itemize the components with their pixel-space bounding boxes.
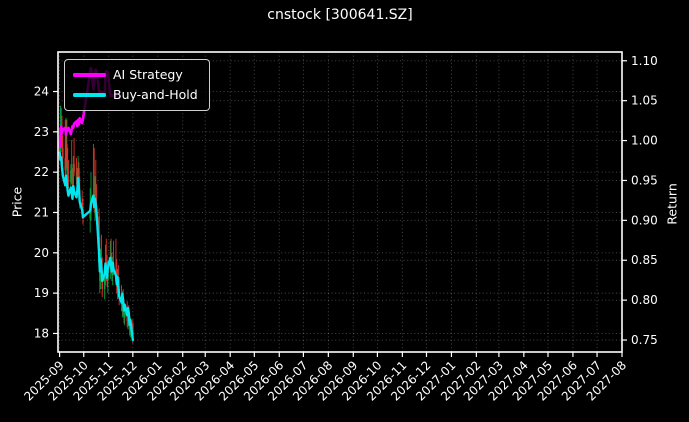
candle-body [62, 147, 64, 159]
tick-label: 22 [34, 165, 49, 179]
candle-body [67, 176, 70, 183]
legend-item-ai-strategy: AI Strategy [73, 65, 201, 85]
tick-label: 1.00 [631, 134, 658, 148]
tick-label: 18 [34, 326, 49, 340]
legend-item-buy-and-hold: Buy-and-Hold [73, 85, 201, 105]
tick-label: 23 [34, 125, 49, 139]
price-axis-label: Price [9, 186, 25, 218]
chart-figure: 18 19 20 21 22 23 24 0.75 0.80 0.85 0.90 0.95 1.00 1.… [0, 0, 689, 422]
tick-label: 0.85 [631, 253, 658, 267]
candle-body [73, 164, 75, 173]
tick-label: 0.80 [631, 293, 658, 307]
chart-title: cnstock [300641.SZ] [267, 7, 413, 23]
tick-label: 24 [34, 85, 49, 99]
ai-strategy-line-sample [73, 73, 106, 77]
buy-and-hold-line-sample [73, 93, 106, 97]
tick-label: 20 [34, 246, 49, 260]
tick-label: 0.90 [631, 213, 658, 227]
tick-label: 1.10 [631, 54, 658, 68]
tick-label: 1.05 [631, 94, 658, 108]
legend-label-buy-and-hold: Buy-and-Hold [113, 87, 198, 102]
tick-label: 0.95 [631, 173, 658, 187]
tick-label: 19 [34, 286, 49, 300]
legend-label-ai-strategy: AI Strategy [113, 67, 183, 82]
tick-label: 0.75 [631, 333, 658, 347]
legend: AI Strategy Buy-and-Hold [64, 59, 210, 111]
tick-label: 21 [34, 205, 49, 219]
return-axis-label: Return [664, 183, 680, 225]
